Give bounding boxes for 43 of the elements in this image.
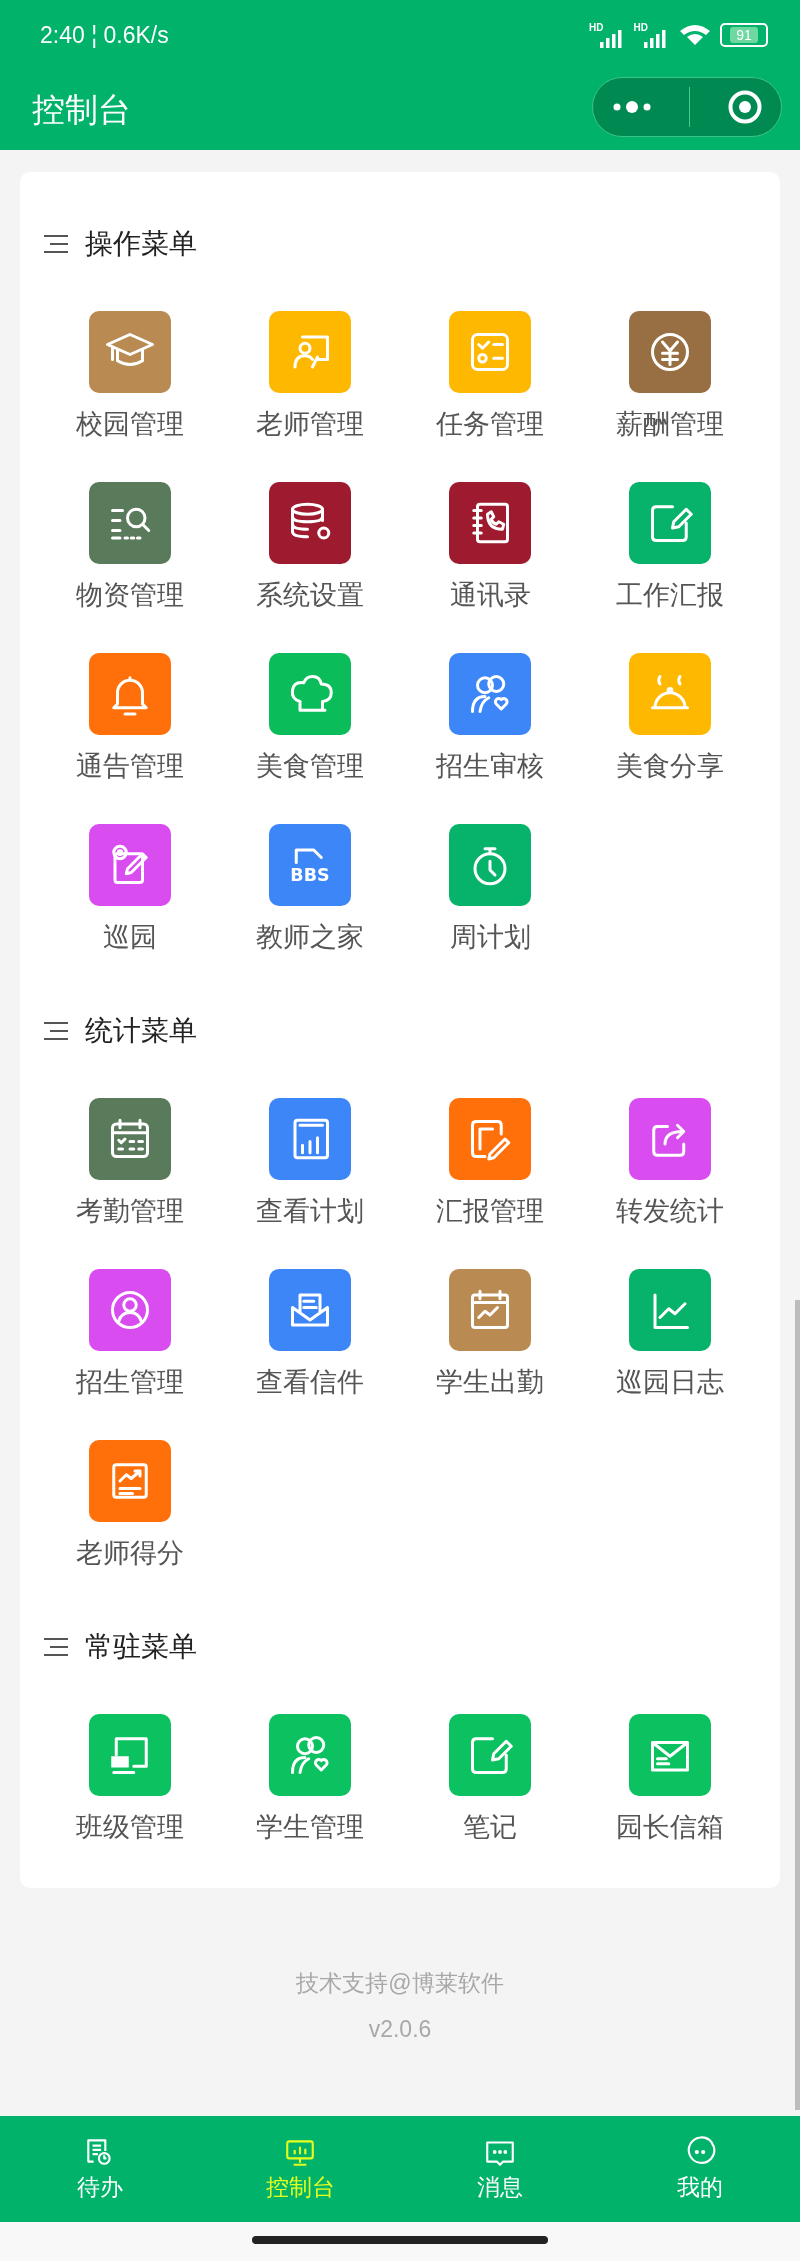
menu-item[interactable]: 老师管理 — [220, 311, 400, 441]
version-text: v2.0.6 — [368, 2015, 432, 2044]
menu-item[interactable]: 系统设置 — [220, 482, 400, 612]
menu-item[interactable]: 巡园 — [40, 824, 220, 954]
menu-item[interactable]: 巡园日志 — [580, 1269, 760, 1399]
menu-item[interactable]: 薪酬管理 — [580, 311, 760, 441]
menu-item[interactable]: 笔记 — [400, 1714, 580, 1844]
menu-item[interactable]: 园长信箱 — [580, 1714, 760, 1844]
menu-item[interactable]: 校园管理 — [40, 311, 220, 441]
menu-item[interactable]: 周计划 — [400, 824, 580, 954]
menu-item[interactable]: 考勤管理 — [40, 1098, 220, 1228]
menu-item[interactable]: 招生审核 — [400, 653, 580, 783]
menu-item[interactable]: BBS 教师之家 — [220, 824, 400, 954]
more-icon[interactable] — [611, 100, 652, 114]
menu-item[interactable]: 美食分享 — [580, 653, 760, 783]
section-title: 统计菜单 — [85, 1014, 197, 1048]
list-icon — [43, 1637, 69, 1657]
menu-item[interactable]: 汇报管理 — [400, 1098, 580, 1228]
menu-item[interactable]: 查看信件 — [220, 1269, 400, 1399]
menu-item[interactable]: 查看计划 — [220, 1098, 400, 1228]
support-text: 技术支持@博莱软件 — [296, 1969, 504, 1998]
battery-icon: 91 — [720, 23, 768, 47]
menu-item[interactable]: 通告管理 — [40, 653, 220, 783]
menu-item[interactable]: 学生管理 — [220, 1714, 400, 1844]
menu-item[interactable]: 班级管理 — [40, 1714, 220, 1844]
section-title: 操作菜单 — [85, 227, 197, 261]
list-icon — [43, 234, 69, 254]
menu-item[interactable]: 工作汇报 — [580, 482, 760, 612]
menu-item[interactable]: 老师得分 — [40, 1440, 220, 1570]
menu-item[interactable]: 学生出勤 — [400, 1269, 580, 1399]
menu-item[interactable]: 任务管理 — [400, 311, 580, 441]
page-title: 控制台 — [32, 89, 131, 130]
close-target-icon[interactable] — [726, 89, 763, 125]
menu-item[interactable]: 美食管理 — [220, 653, 400, 783]
menu-item[interactable]: 转发统计 — [580, 1098, 760, 1228]
menu-item[interactable]: 通讯录 — [400, 482, 580, 612]
section-title: 常驻菜单 — [85, 1630, 197, 1664]
status-time-speed: 2:40 ¦ 0.6K/s — [40, 21, 169, 49]
menu-item[interactable]: 物资管理 — [40, 482, 220, 612]
bbs-icon: BBS — [269, 824, 351, 906]
wifi-icon — [678, 23, 712, 47]
menu-item[interactable]: 招生管理 — [40, 1269, 220, 1399]
list-icon — [43, 1021, 69, 1041]
